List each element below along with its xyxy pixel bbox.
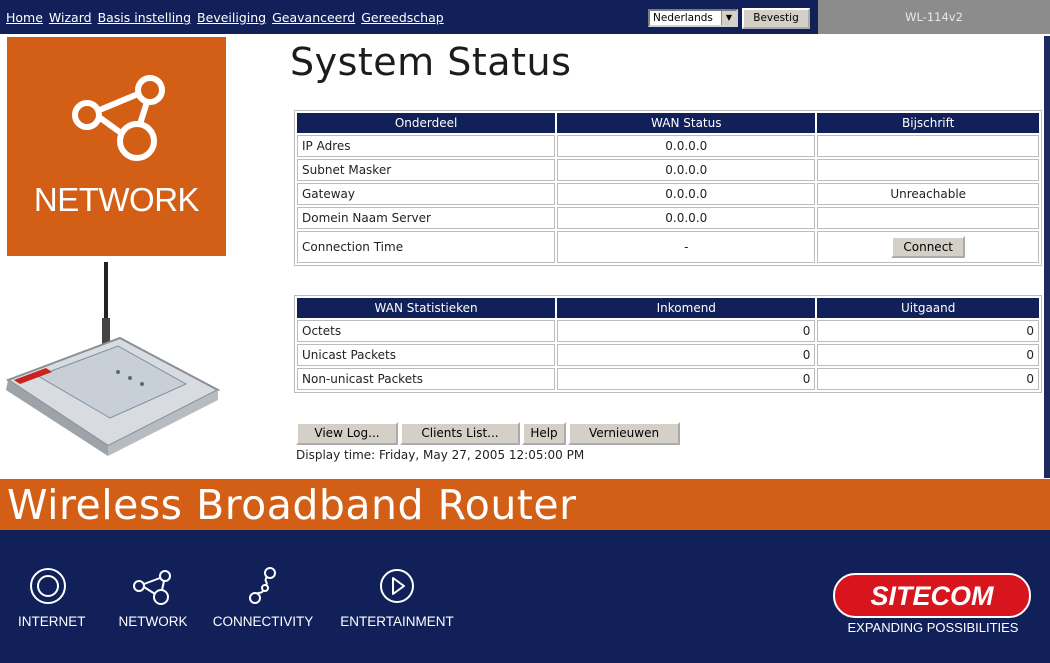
table-row: Non-unicast Packets 0 0 — [297, 368, 1039, 390]
footer-item-connectivity: CONNECTIVITY — [206, 566, 320, 629]
column-header-wan-status: WAN Status — [557, 113, 816, 133]
row-outgoing: 0 — [817, 320, 1039, 342]
language-value: Nederlands — [653, 12, 713, 24]
column-header-wan-statistics: WAN Statistieken — [297, 298, 556, 318]
internet-icon — [30, 568, 66, 604]
table-row: Subnet Masker 0.0.0.0 — [297, 159, 1039, 181]
table-header-row: Onderdeel WAN Status Bijschrift — [297, 113, 1039, 133]
row-label: Gateway — [297, 183, 556, 205]
row-incoming: 0 — [557, 320, 816, 342]
nav-links: Home Wizard Basis instelling Beveiliging Gea… — [6, 10, 450, 25]
row-label: Unicast Packets — [297, 344, 556, 366]
wan-statistics-table: WAN Statistieken Inkomend Uitgaand Octet… — [294, 295, 1042, 393]
view-log-button[interactable]: View Log... — [296, 422, 398, 445]
nav-link-security[interactable]: Beveiliging — [197, 10, 266, 25]
clients-list-button[interactable]: Clients List... — [400, 422, 520, 445]
nav-link-wizard[interactable]: Wizard — [49, 10, 92, 25]
network-panel: NETWORK — [7, 37, 226, 256]
column-header-incoming: Inkomend — [557, 298, 816, 318]
connect-cell: Connect — [817, 231, 1039, 263]
row-value: 0.0.0.0 — [557, 207, 816, 229]
language-select[interactable]: Nederlands ▼ — [648, 9, 738, 27]
table-row: IP Adres 0.0.0.0 — [297, 135, 1039, 157]
play-icon — [380, 569, 414, 603]
footer-item-network: NETWORK — [108, 566, 198, 629]
confirm-language-button[interactable]: Bevestig — [742, 8, 810, 29]
row-label: Domein Naam Server — [297, 207, 556, 229]
connectivity-icon — [249, 567, 276, 604]
connection-time-row: Connection Time - Connect — [297, 231, 1039, 263]
network-icon — [133, 570, 171, 605]
connection-time-value: - — [557, 231, 816, 263]
footer-item-internet: INTERNET — [18, 566, 86, 629]
router-image — [5, 262, 221, 456]
scrollbar[interactable] — [1044, 36, 1050, 478]
row-outgoing: 0 — [817, 344, 1039, 366]
page-title: System Status — [290, 40, 572, 84]
row-value: 0.0.0.0 — [557, 183, 816, 205]
nav-link-home[interactable]: Home — [6, 10, 43, 25]
footer-label: INTERNET — [18, 614, 86, 629]
row-incoming: 0 — [557, 344, 816, 366]
nav-link-advanced[interactable]: Geavanceerd — [272, 10, 355, 25]
table-row: Octets 0 0 — [297, 320, 1039, 342]
row-caption — [817, 159, 1039, 181]
display-time: Display time: Friday, May 27, 2005 12:05… — [296, 448, 585, 462]
svg-text:SITECOM: SITECOM — [870, 581, 994, 611]
row-label: Non-unicast Packets — [297, 368, 556, 390]
row-caption: Unreachable — [817, 183, 1039, 205]
row-incoming: 0 — [557, 368, 816, 390]
sitecom-logo: SITECOM — [833, 573, 1031, 618]
table-header-row: WAN Statistieken Inkomend Uitgaand — [297, 298, 1039, 318]
connection-time-label: Connection Time — [297, 231, 556, 263]
footer-label: ENTERTAINMENT — [340, 614, 454, 629]
row-label: IP Adres — [297, 135, 556, 157]
row-label: Octets — [297, 320, 556, 342]
footer-label: NETWORK — [118, 614, 188, 629]
network-label: NETWORK — [33, 181, 200, 218]
column-header-caption: Bijschrift — [817, 113, 1039, 133]
row-value: 0.0.0.0 — [557, 159, 816, 181]
column-header-outgoing: Uitgaand — [817, 298, 1039, 318]
row-caption — [817, 207, 1039, 229]
brand-tagline: EXPANDING POSSIBILITIES — [847, 620, 1019, 635]
row-outgoing: 0 — [817, 368, 1039, 390]
product-banner-title: Wireless Broadband Router — [7, 481, 577, 529]
refresh-button[interactable]: Vernieuwen — [568, 422, 680, 445]
row-value: 0.0.0.0 — [557, 135, 816, 157]
footer-item-entertainment: ENTERTAINMENT — [332, 566, 462, 629]
network-icon — [72, 75, 165, 161]
row-label: Subnet Masker — [297, 159, 556, 181]
dropdown-arrow-icon[interactable]: ▼ — [721, 11, 736, 25]
nav-link-tools[interactable]: Gereedschap — [361, 10, 443, 25]
model-name: WL-114v2 — [818, 0, 1050, 34]
top-nav-bar: Home Wizard Basis instelling Beveiliging Gea… — [0, 0, 1050, 34]
column-header-item: Onderdeel — [297, 113, 556, 133]
help-button[interactable]: Help — [522, 422, 566, 445]
table-row: Domein Naam Server 0.0.0.0 — [297, 207, 1039, 229]
footer-label: CONNECTIVITY — [212, 614, 314, 629]
wan-status-table: Onderdeel WAN Status Bijschrift IP Adres… — [294, 110, 1042, 266]
nav-link-basic-settings[interactable]: Basis instelling — [98, 10, 191, 25]
row-caption — [817, 135, 1039, 157]
connect-button[interactable]: Connect — [891, 236, 965, 258]
table-row: Unicast Packets 0 0 — [297, 344, 1039, 366]
table-row: Gateway 0.0.0.0 Unreachable — [297, 183, 1039, 205]
action-buttons: View Log... Clients List... Help Vernieuwen — [296, 422, 682, 445]
